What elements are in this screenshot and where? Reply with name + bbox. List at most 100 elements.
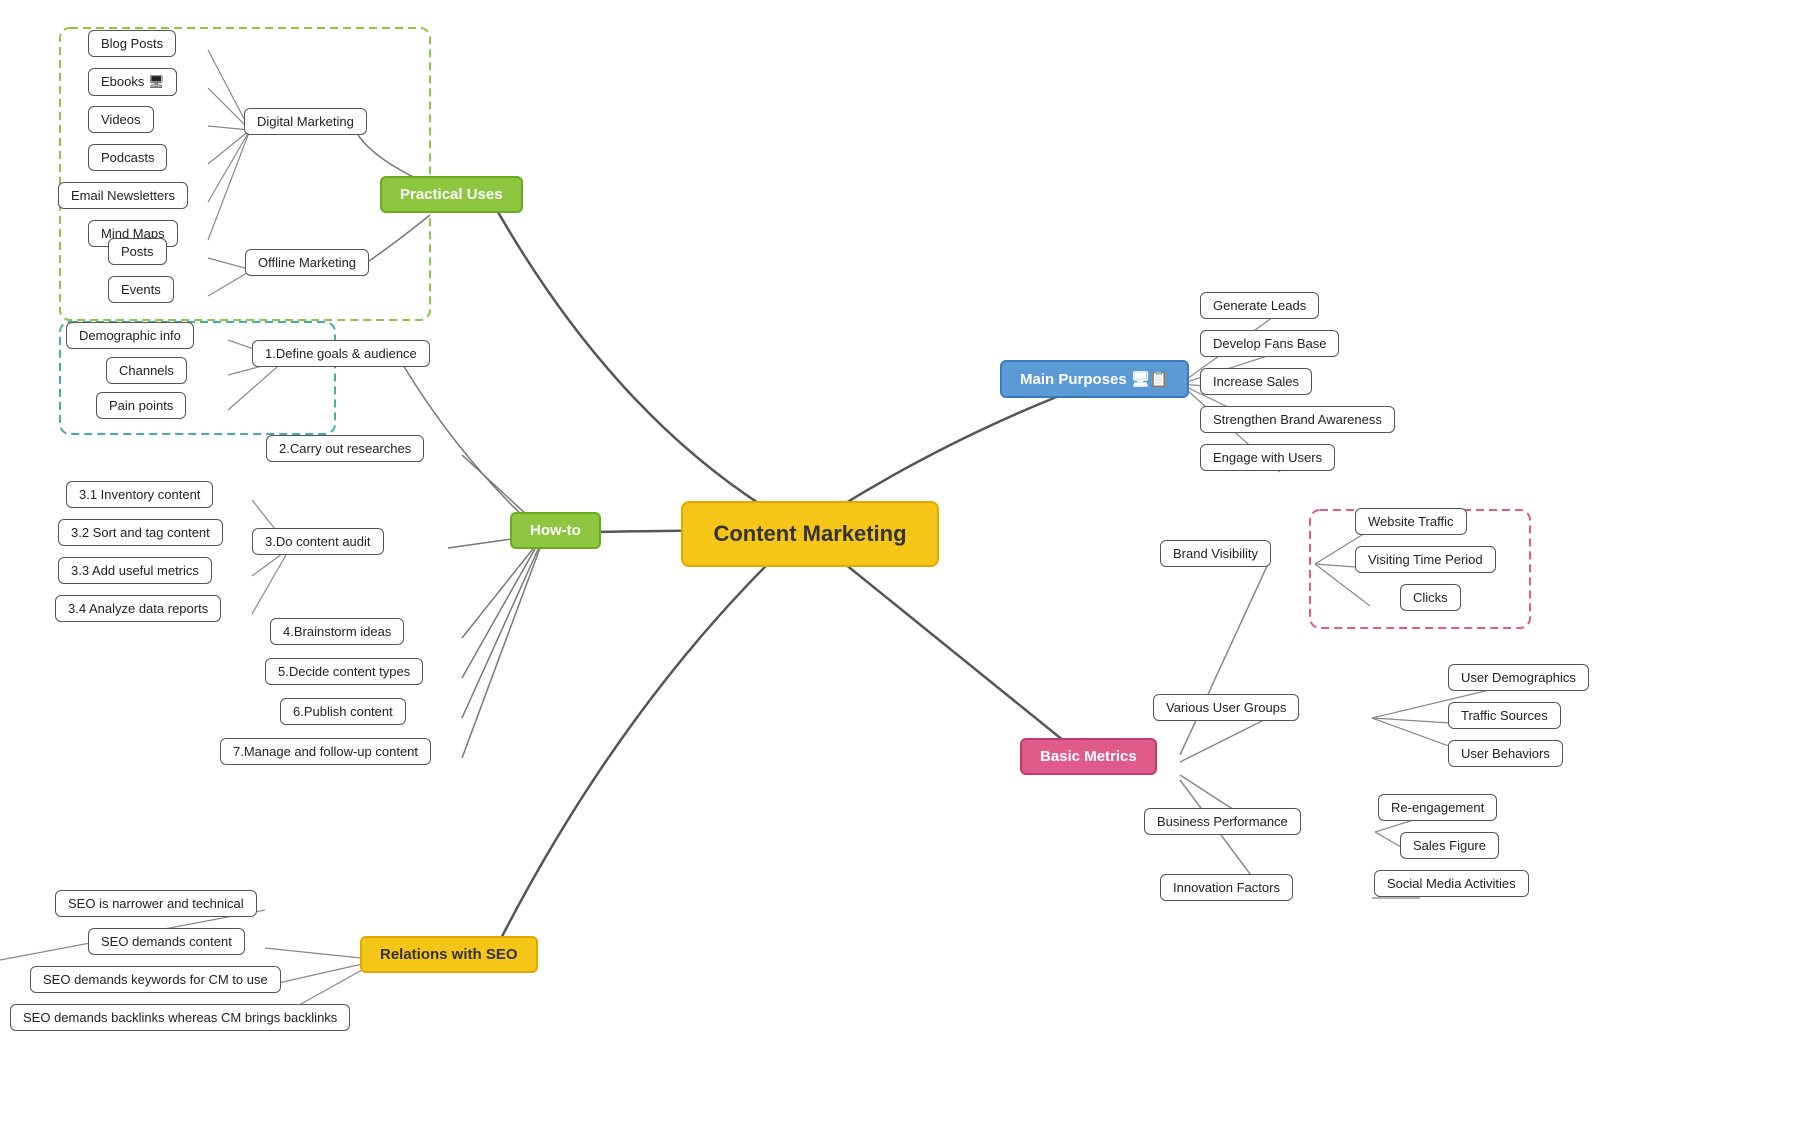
website-traffic-label: Website Traffic (1355, 508, 1467, 535)
events-label: Events (108, 276, 174, 303)
innovation-factors-node: Innovation Factors (1160, 874, 1293, 901)
social-media-node: Social Media Activities (1374, 870, 1529, 897)
practical-uses-node: Practical Uses (380, 176, 523, 213)
content-audit-label: 3.Do content audit (252, 528, 384, 555)
various-user-groups-label: Various User Groups (1153, 694, 1299, 721)
center-node: Content Marketing (720, 504, 900, 564)
traffic-sources-label: Traffic Sources (1448, 702, 1561, 729)
traffic-sources-node: Traffic Sources (1448, 702, 1561, 729)
ebooks-label: Ebooks 🖥 (88, 68, 177, 96)
demographic-info-label: Demographic info (66, 322, 194, 349)
blog-posts-label: Blog Posts (88, 30, 176, 57)
sales-figure-label: Sales Figure (1400, 832, 1499, 859)
seo-backlinks-node: SEO demands backlinks whereas CM brings … (10, 1004, 350, 1031)
generate-leads-node: Generate Leads (1200, 292, 1319, 319)
seo-demands-content-node: SEO demands content (88, 928, 245, 955)
add-metrics-label: 3.3 Add useful metrics (58, 557, 212, 584)
seo-narrower-node: SEO is narrower and technical (55, 890, 257, 917)
business-performance-node: Business Performance (1144, 808, 1301, 835)
digital-marketing-label: Digital Marketing (244, 108, 367, 135)
sort-tag-label: 3.2 Sort and tag content (58, 519, 223, 546)
seo-keywords-label: SEO demands keywords for CM to use (30, 966, 281, 993)
visiting-time-label: Visiting Time Period (1355, 546, 1496, 573)
clicks-label: Clicks (1400, 584, 1461, 611)
decide-content-label: 5.Decide content types (265, 658, 423, 685)
manage-node: 7.Manage and follow-up content (220, 738, 431, 765)
how-to-label: How-to (510, 512, 601, 549)
analyze-data-node: 3.4 Analyze data reports (55, 595, 221, 622)
pain-points-node: Pain points (96, 392, 186, 419)
digital-marketing-node: Digital Marketing (244, 108, 367, 135)
website-traffic-node: Website Traffic (1355, 508, 1467, 535)
strengthen-brand-node: Strengthen Brand Awareness (1200, 406, 1395, 433)
channels-node: Channels (106, 357, 187, 384)
carry-out-node: 2.Carry out researches (266, 435, 424, 462)
relations-seo-label: Relations with SEO (360, 936, 538, 973)
offline-marketing-node: Offline Marketing (245, 249, 369, 276)
offline-marketing-label: Offline Marketing (245, 249, 369, 276)
increase-sales-label: Increase Sales (1200, 368, 1312, 395)
decide-content-node: 5.Decide content types (265, 658, 423, 685)
carry-out-label: 2.Carry out researches (266, 435, 424, 462)
podcasts-node: Podcasts (88, 144, 167, 171)
posts-node: Posts (108, 238, 167, 265)
add-metrics-node: 3.3 Add useful metrics (58, 557, 212, 584)
user-demographics-node: User Demographics (1448, 664, 1589, 691)
basic-metrics-label: Basic Metrics (1020, 738, 1157, 775)
clicks-node: Clicks (1400, 584, 1461, 611)
how-to-node: How-to (510, 512, 601, 549)
seo-demands-content-label: SEO demands content (88, 928, 245, 955)
social-media-label: Social Media Activities (1374, 870, 1529, 897)
publish-node: 6.Publish content (280, 698, 406, 725)
manage-label: 7.Manage and follow-up content (220, 738, 431, 765)
analyze-data-label: 3.4 Analyze data reports (55, 595, 221, 622)
brand-visibility-node: Brand Visibility (1160, 540, 1271, 567)
engage-users-label: Engage with Users (1200, 444, 1335, 471)
content-audit-node: 3.Do content audit (252, 528, 384, 555)
define-goals-node: 1.Define goals & audience (252, 340, 430, 367)
posts-label: Posts (108, 238, 167, 265)
blog-posts-node: Blog Posts (88, 30, 176, 57)
main-purposes-node: Main Purposes 🖥📋 (1000, 360, 1189, 398)
develop-fans-node: Develop Fans Base (1200, 330, 1339, 357)
practical-uses-label: Practical Uses (380, 176, 523, 213)
increase-sales-node: Increase Sales (1200, 368, 1312, 395)
business-performance-label: Business Performance (1144, 808, 1301, 835)
user-demographics-label: User Demographics (1448, 664, 1589, 691)
user-behaviors-node: User Behaviors (1448, 740, 1563, 767)
user-behaviors-label: User Behaviors (1448, 740, 1563, 767)
sort-tag-node: 3.2 Sort and tag content (58, 519, 223, 546)
brainstorm-label: 4.Brainstorm ideas (270, 618, 404, 645)
seo-narrower-label: SEO is narrower and technical (55, 890, 257, 917)
sales-figure-node: Sales Figure (1400, 832, 1499, 859)
seo-backlinks-label: SEO demands backlinks whereas CM brings … (10, 1004, 350, 1031)
podcasts-label: Podcasts (88, 144, 167, 171)
engage-users-node: Engage with Users (1200, 444, 1335, 471)
publish-label: 6.Publish content (280, 698, 406, 725)
email-newsletters-node: Email Newsletters (58, 182, 188, 209)
generate-leads-label: Generate Leads (1200, 292, 1319, 319)
inventory-content-label: 3.1 Inventory content (66, 481, 213, 508)
events-node: Events (108, 276, 174, 303)
ebooks-node: Ebooks 🖥 (88, 68, 177, 96)
define-goals-label: 1.Define goals & audience (252, 340, 430, 367)
innovation-factors-label: Innovation Factors (1160, 874, 1293, 901)
visiting-time-node: Visiting Time Period (1355, 546, 1496, 573)
re-engagement-node: Re-engagement (1378, 794, 1497, 821)
main-purposes-label: Main Purposes 🖥📋 (1000, 360, 1189, 398)
relations-seo-node: Relations with SEO (360, 936, 538, 973)
re-engagement-label: Re-engagement (1378, 794, 1497, 821)
videos-label: Videos (88, 106, 154, 133)
brand-visibility-label: Brand Visibility (1160, 540, 1271, 567)
basic-metrics-node: Basic Metrics (1020, 738, 1157, 775)
seo-keywords-node: SEO demands keywords for CM to use (30, 966, 281, 993)
email-newsletters-label: Email Newsletters (58, 182, 188, 209)
center-label: Content Marketing (681, 501, 938, 567)
develop-fans-label: Develop Fans Base (1200, 330, 1339, 357)
videos-node: Videos (88, 106, 154, 133)
brainstorm-node: 4.Brainstorm ideas (270, 618, 404, 645)
demographic-info-node: Demographic info (66, 322, 194, 349)
channels-label: Channels (106, 357, 187, 384)
strengthen-brand-label: Strengthen Brand Awareness (1200, 406, 1395, 433)
inventory-content-node: 3.1 Inventory content (66, 481, 213, 508)
